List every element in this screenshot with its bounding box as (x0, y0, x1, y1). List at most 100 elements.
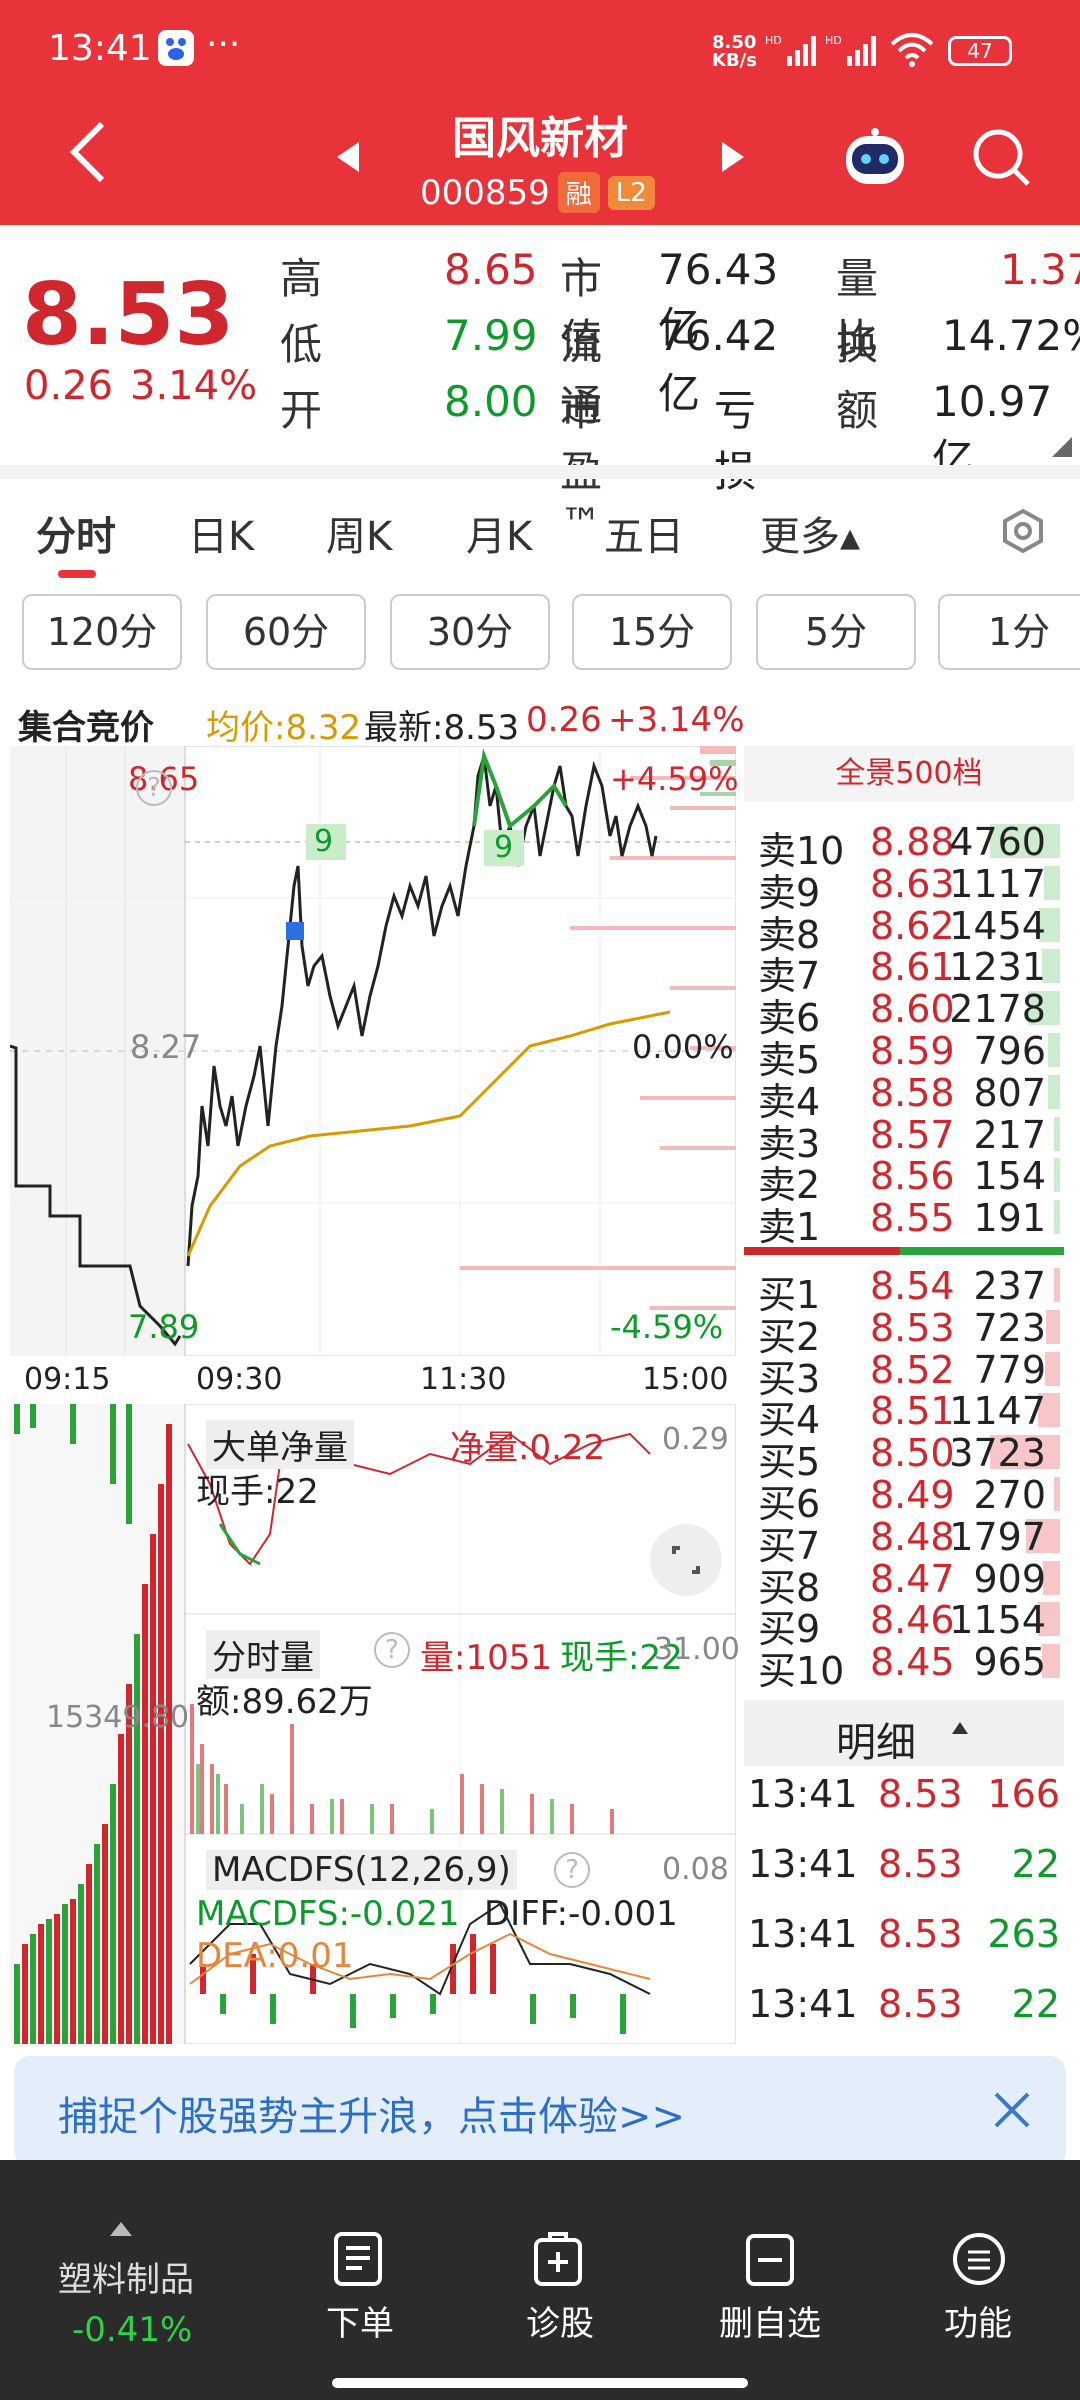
tab-intraday[interactable]: 分时 (36, 504, 116, 562)
time-0915: 09:15 (24, 1362, 111, 1397)
detail-price: 8.53 (878, 1842, 963, 1886)
robot-assistant-icon[interactable] (838, 126, 912, 196)
label-high: 高 (280, 254, 323, 303)
sector-change: -0.41% (72, 2310, 193, 2350)
detail-volume: 263 (987, 1912, 1060, 1956)
buy-level-8[interactable]: 买8 8.47 909 (758, 1556, 1060, 1610)
sell-level-7[interactable]: 卖4 8.58 807 (758, 1071, 1060, 1124)
period-30min[interactable]: 30分 (390, 594, 550, 670)
sell-level-price: 8.55 (870, 1196, 955, 1241)
period-60min[interactable]: 60分 (206, 594, 366, 670)
sell-volume-bar (1048, 1033, 1060, 1067)
buy-level-1[interactable]: 买1 8.54 237 (758, 1264, 1060, 1317)
buy-level-3[interactable]: 买3 8.52 779 (758, 1347, 1060, 1401)
buy-level-volume: 965 (973, 1640, 1046, 1685)
sell-level-3[interactable]: 卖8 8.62 1454 (758, 904, 1060, 957)
details-header[interactable]: 明细 (744, 1700, 1064, 1766)
details-collapse-icon[interactable] (950, 1720, 970, 1740)
tab-weekly-k[interactable]: 周K (326, 504, 392, 562)
period-5min[interactable]: 5分 (756, 594, 916, 670)
active-tab-indicator (58, 570, 96, 578)
signal-icon-2: HD (825, 32, 879, 72)
value-low: 7.99 (444, 311, 538, 360)
sell-level-10[interactable]: 卖1 8.55 191 (758, 1196, 1060, 1249)
sell-level-volume: 217 (973, 1112, 1046, 1157)
latest-change: 0.26 (526, 700, 602, 740)
sell-level-9[interactable]: 卖2 8.56 154 (758, 1154, 1060, 1207)
chart-tabs: 分时 日K 周K 月K 五日 更多▴ (0, 480, 1080, 590)
tab-more[interactable]: 更多▴ (760, 504, 860, 562)
latest-change-pct: +3.14% (608, 700, 745, 740)
sector-name[interactable]: 塑料制品 (58, 2252, 194, 2301)
buy-level-9[interactable]: 买9 8.46 1154 (758, 1598, 1060, 1651)
sell-level-8[interactable]: 卖3 8.57 217 (758, 1112, 1060, 1166)
sell-level-volume: 154 (973, 1154, 1046, 1199)
detail-price: 8.53 (878, 1772, 963, 1816)
buy-level-volume: 909 (973, 1556, 1046, 1601)
svg-text:HD: HD (825, 34, 842, 47)
period-15min[interactable]: 15分 (572, 594, 732, 670)
volume-title[interactable]: 分时量 (206, 1630, 320, 1679)
sell-level-1[interactable]: 卖10 8.88 4760 (758, 820, 1060, 873)
sell-volume-bar (1048, 1074, 1060, 1109)
buy-volume-bar (1054, 1477, 1060, 1511)
chart-help-icon[interactable]: ? (136, 770, 172, 806)
buy-level-4[interactable]: 买4 8.51 1147 (758, 1389, 1060, 1442)
promo-banner[interactable]: 捕捉个股强势主升浪，点击体验>> (14, 2056, 1066, 2166)
volume-help-icon[interactable]: ? (374, 1632, 410, 1668)
buy-level-volume: 270 (973, 1473, 1046, 1517)
buy-level-7[interactable]: 买7 8.48 1797 (758, 1514, 1060, 1568)
time-1500: 15:00 (642, 1362, 729, 1397)
net-speed: 8.50 KB/s (712, 34, 757, 70)
net-volume-value: 净量:0.22 (450, 1428, 606, 1468)
time-0930: 09:30 (196, 1362, 283, 1397)
buy-level-6[interactable]: 买6 8.49 270 (758, 1473, 1060, 1526)
sell-level-price: 8.56 (870, 1154, 955, 1199)
buy-level-5[interactable]: 买5 8.50 3723 (758, 1431, 1060, 1484)
event-marker-icon[interactable] (286, 922, 304, 940)
wifi-icon (888, 30, 936, 74)
buy-level-price: 8.54 (870, 1264, 955, 1308)
intraday-chart[interactable]: 8.65 8.27 7.89 +4.59% 0.00% -4.59% 9 9 ? (9, 745, 738, 1357)
value-volratio: 1.37 (1000, 245, 1080, 294)
macd-help-icon[interactable]: ? (554, 1852, 590, 1888)
sell-level-4[interactable]: 卖7 8.61 1231 (758, 945, 1060, 998)
buy-level-price: 8.47 (870, 1556, 955, 1601)
tab-monthly-k[interactable]: 月K (466, 504, 532, 562)
signal-icon: HD (765, 32, 819, 72)
sell-level-5[interactable]: 卖6 8.60 2178 (758, 987, 1060, 1040)
buy-level-volume: 3723 (949, 1431, 1046, 1476)
order-book-title[interactable]: 全景500档 (744, 746, 1074, 802)
macd-title[interactable]: MACDFS(12,26,9) (206, 1850, 517, 1890)
expand-corner-icon[interactable] (1050, 435, 1074, 463)
chart-settings-icon[interactable] (1000, 508, 1046, 558)
detail-row: 13:41 8.53 166 (748, 1772, 1060, 1822)
next-stock-icon[interactable] (720, 140, 746, 178)
buy-level-10[interactable]: 买10 8.45 965 (758, 1640, 1060, 1693)
sub-charts: 大单净量 净量:0.22 现手:22 0.29 分时量 ? 量:1051 现手:… (9, 1403, 740, 2045)
buy-level-price: 8.52 (870, 1347, 955, 1392)
function-label: 功能 (944, 2304, 1012, 2344)
auction-label: 集合竞价 (18, 708, 154, 748)
sell-level-6[interactable]: 卖5 8.59 796 (758, 1029, 1060, 1082)
tab-daily-k[interactable]: 日K (188, 504, 254, 562)
latest-price: 最新:8.53 (364, 708, 520, 748)
net-volume-title[interactable]: 大单净量 (206, 1420, 354, 1469)
period-120min[interactable]: 120分 (22, 594, 182, 670)
sell-level-2[interactable]: 卖9 8.63 1117 (758, 862, 1060, 915)
period-1min[interactable]: 1分 (938, 594, 1080, 670)
tab-five-day[interactable]: 五日 (604, 504, 684, 562)
price-change-pct: 3.14% (130, 363, 258, 409)
macd-axis: 0.08 (662, 1852, 729, 1887)
sell-volume-bar (1054, 1200, 1060, 1235)
diagnose-icon (534, 2232, 582, 2286)
close-icon[interactable] (990, 2088, 1034, 2136)
fullscreen-icon[interactable] (650, 1524, 722, 1596)
buy-level-volume: 1797 (949, 1514, 1046, 1559)
value-open: 8.00 (444, 377, 538, 426)
sell-level-price: 8.61 (870, 945, 955, 990)
search-icon[interactable] (970, 126, 1034, 194)
current-price: 8.53 (22, 265, 235, 365)
buy-level-2[interactable]: 买2 8.53 723 (758, 1306, 1060, 1359)
premarket-volume-value: 15349.80 (46, 1700, 190, 1735)
